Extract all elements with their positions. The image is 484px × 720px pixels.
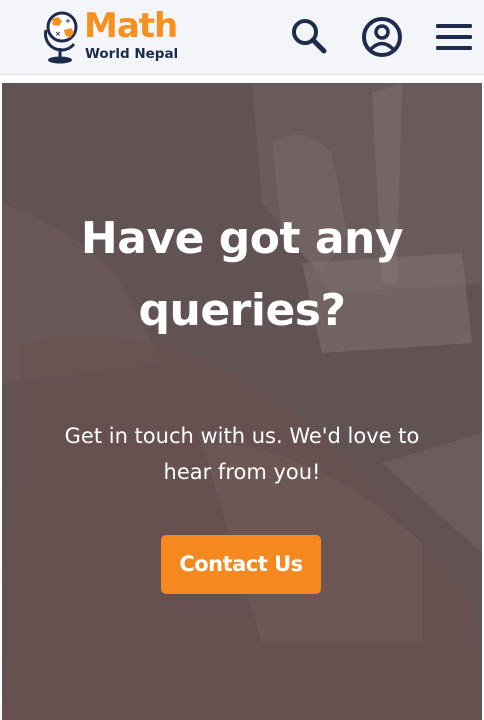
- logo-subtitle: World Nepal: [85, 46, 179, 62]
- search-icon: [292, 19, 327, 54]
- site-logo[interactable]: × + Math World Nepal: [40, 6, 200, 66]
- search-button[interactable]: [287, 14, 333, 60]
- globe-icon: × +: [44, 11, 78, 64]
- logo-title: Math: [84, 6, 178, 46]
- svg-text:×: ×: [55, 30, 61, 38]
- site-header: × + Math World Nepal: [0, 0, 484, 75]
- svg-text:+: +: [65, 17, 71, 25]
- user-circle-icon: [362, 17, 402, 57]
- contact-us-button[interactable]: Contact Us: [161, 535, 321, 594]
- menu-button[interactable]: [431, 14, 477, 60]
- hero-subtext: Get in touch with us. We'd love to hear …: [64, 424, 420, 484]
- hamburger-menu-icon: [436, 24, 472, 50]
- hero-heading: Have got any queries?: [80, 213, 404, 336]
- account-button[interactable]: [358, 14, 404, 60]
- hero-overlay: [2, 83, 482, 720]
- contact-hero-section: Have got any queries? Get in touch with …: [2, 83, 482, 720]
